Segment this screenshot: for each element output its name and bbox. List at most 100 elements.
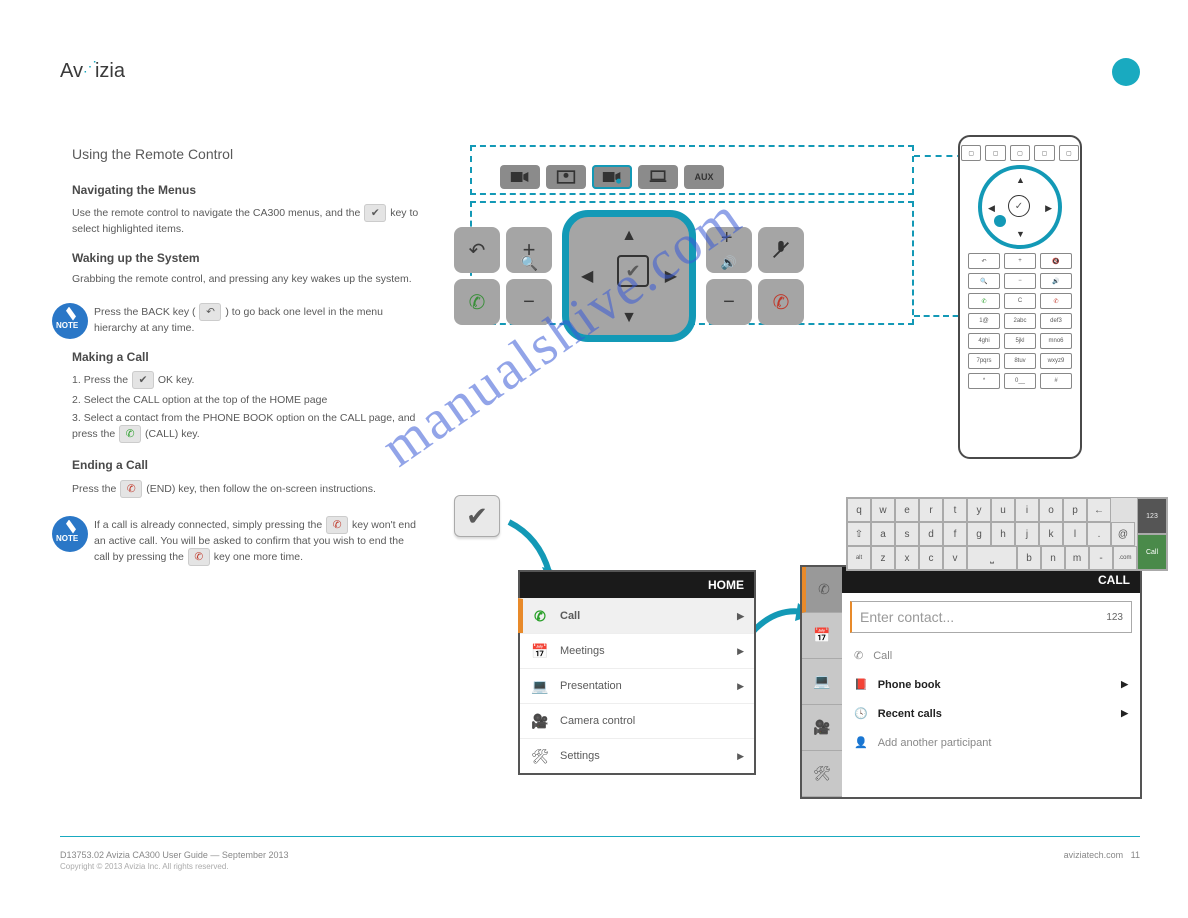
back-button[interactable]: ↶ bbox=[454, 227, 500, 273]
kbd-call-button[interactable]: Call bbox=[1137, 534, 1167, 570]
kbd-s[interactable]: s bbox=[895, 522, 919, 546]
kbd-b[interactable]: b bbox=[1017, 546, 1041, 570]
rc-5[interactable]: 5jkl bbox=[1004, 333, 1036, 349]
kbd-dot[interactable]: . bbox=[1087, 522, 1111, 546]
rc-3[interactable]: def3 bbox=[1040, 313, 1072, 329]
side-calendar-icon[interactable]: 📅 bbox=[802, 613, 842, 659]
kbd-f[interactable]: f bbox=[943, 522, 967, 546]
kbd-t[interactable]: t bbox=[943, 498, 967, 522]
rc-src5[interactable]: ▢ bbox=[1059, 145, 1079, 161]
rc-8[interactable]: 8tuv bbox=[1004, 353, 1036, 369]
rc-k4[interactable]: 🔍 bbox=[968, 273, 1000, 289]
rc-7[interactable]: 7pqrs bbox=[968, 353, 1000, 369]
arrow-left-icon[interactable]: ◀ bbox=[581, 266, 593, 286]
rc-k3[interactable]: 🔇 bbox=[1040, 253, 1072, 269]
kbd-k[interactable]: k bbox=[1039, 522, 1063, 546]
kbd-z[interactable]: z bbox=[871, 546, 895, 570]
kbd-mode-123[interactable]: 123 bbox=[1137, 498, 1167, 534]
side-laptop-icon[interactable]: 💻 bbox=[802, 659, 842, 705]
home-item-meetings[interactable]: 📅 Meetings ▶ bbox=[520, 633, 754, 668]
kbd-y[interactable]: y bbox=[967, 498, 991, 522]
home-camera-label: Camera control bbox=[560, 715, 635, 727]
kbd-q[interactable]: q bbox=[847, 498, 871, 522]
src-camera-icon[interactable] bbox=[500, 165, 540, 189]
src-aux-button[interactable]: AUX bbox=[684, 165, 724, 189]
zoom-out-button[interactable]: − bbox=[506, 279, 552, 325]
kbd-p[interactable]: p bbox=[1063, 498, 1087, 522]
kbd-at[interactable]: @ bbox=[1111, 522, 1135, 546]
ok-key-large[interactable]: ✔ bbox=[454, 495, 500, 537]
rc-k6[interactable]: 🔊 bbox=[1040, 273, 1072, 289]
rc-1[interactable]: 1@ bbox=[968, 313, 1000, 329]
kbd-dash[interactable]: - bbox=[1089, 546, 1113, 570]
rc-end[interactable]: ✆ bbox=[1040, 293, 1072, 309]
zoom-in-button[interactable]: +🔍 bbox=[506, 227, 552, 273]
home-item-settings[interactable]: 🛠 Settings ▶ bbox=[520, 738, 754, 773]
rc-2[interactable]: 2abc bbox=[1004, 313, 1036, 329]
vol-down-button[interactable]: − bbox=[706, 279, 752, 325]
rc-src1[interactable]: ▢ bbox=[961, 145, 981, 161]
call-row-add[interactable]: 👤 Add another participant bbox=[842, 728, 1140, 757]
kbd-o[interactable]: o bbox=[1039, 498, 1063, 522]
arrow-down-icon[interactable]: ▼ bbox=[621, 309, 637, 327]
kbd-back[interactable]: ← bbox=[1087, 498, 1111, 522]
call-button[interactable]: ✆ bbox=[454, 279, 500, 325]
rc-k2[interactable]: + bbox=[1004, 253, 1036, 269]
call-row-call[interactable]: ✆ Call bbox=[842, 641, 1140, 670]
rc-k5[interactable]: − bbox=[1004, 273, 1036, 289]
src-camera2-icon[interactable] bbox=[592, 165, 632, 189]
src-pc-icon[interactable] bbox=[638, 165, 678, 189]
kbd-n[interactable]: n bbox=[1041, 546, 1065, 570]
dpad[interactable]: ▲ ▼ ◀ ▶ ✔ bbox=[562, 210, 696, 342]
kbd-c[interactable]: c bbox=[919, 546, 943, 570]
rc-ok[interactable]: ✓ bbox=[1008, 195, 1030, 217]
vol-up-button[interactable]: +🔊 bbox=[706, 227, 752, 273]
home-item-presentation[interactable]: 💻 Presentation ▶ bbox=[520, 668, 754, 703]
kbd-com[interactable]: .com bbox=[1113, 546, 1137, 570]
call-row-recent[interactable]: 🕓 Recent calls ▶ bbox=[842, 699, 1140, 728]
side-camera-icon[interactable]: 🎥 bbox=[802, 705, 842, 751]
kbd-g[interactable]: g bbox=[967, 522, 991, 546]
kbd-l[interactable]: l bbox=[1063, 522, 1087, 546]
rc-clear[interactable]: C bbox=[1004, 293, 1036, 309]
home-item-call[interactable]: ✆ Call ▶ bbox=[518, 598, 754, 633]
rc-6[interactable]: mno6 bbox=[1040, 333, 1072, 349]
kbd-v[interactable]: v bbox=[943, 546, 967, 570]
home-item-camera[interactable]: 🎥 Camera control bbox=[520, 703, 754, 738]
src-selfview-icon[interactable] bbox=[546, 165, 586, 189]
rc-call[interactable]: ✆ bbox=[968, 293, 1000, 309]
arrow-up-icon[interactable]: ▲ bbox=[621, 227, 637, 245]
mute-button[interactable] bbox=[758, 227, 804, 273]
arrow-right-icon[interactable]: ▶ bbox=[665, 266, 677, 286]
kbd-e[interactable]: e bbox=[895, 498, 919, 522]
ok-button[interactable]: ✔ bbox=[617, 255, 649, 287]
rc-src3[interactable]: ▢ bbox=[1010, 145, 1030, 161]
rc-ring[interactable]: ▲ ▼ ◀ ▶ ✓ bbox=[978, 165, 1062, 249]
kbd-i[interactable]: i bbox=[1015, 498, 1039, 522]
rc-9[interactable]: wxyz9 bbox=[1040, 353, 1072, 369]
end-button[interactable]: ✆ bbox=[758, 279, 804, 325]
kbd-h[interactable]: h bbox=[991, 522, 1015, 546]
kbd-u[interactable]: u bbox=[991, 498, 1015, 522]
call-row-phonebook[interactable]: 📕 Phone book ▶ bbox=[842, 670, 1140, 699]
rc-hash[interactable]: # bbox=[1040, 373, 1072, 389]
rc-src4[interactable]: ▢ bbox=[1034, 145, 1054, 161]
rc-4[interactable]: 4ghi bbox=[968, 333, 1000, 349]
rc-k1[interactable]: ↶ bbox=[968, 253, 1000, 269]
kbd-a[interactable]: a bbox=[871, 522, 895, 546]
kbd-x[interactable]: x bbox=[895, 546, 919, 570]
side-tools-icon[interactable]: 🛠 bbox=[802, 751, 842, 797]
rc-src2[interactable]: ▢ bbox=[985, 145, 1005, 161]
side-call-icon[interactable]: ✆ bbox=[802, 567, 842, 613]
kbd-m[interactable]: m bbox=[1065, 546, 1089, 570]
kbd-space[interactable]: ⎵ bbox=[967, 546, 1017, 570]
kbd-shift[interactable]: ⇧ bbox=[847, 522, 871, 546]
kbd-j[interactable]: j bbox=[1015, 522, 1039, 546]
contact-input[interactable]: Enter contact... 123 bbox=[850, 601, 1132, 633]
kbd-d[interactable]: d bbox=[919, 522, 943, 546]
kbd-r[interactable]: r bbox=[919, 498, 943, 522]
kbd-w[interactable]: w bbox=[871, 498, 895, 522]
rc-0[interactable]: 0__ bbox=[1004, 373, 1036, 389]
kbd-alt[interactable]: alt bbox=[847, 546, 871, 570]
rc-star[interactable]: * bbox=[968, 373, 1000, 389]
